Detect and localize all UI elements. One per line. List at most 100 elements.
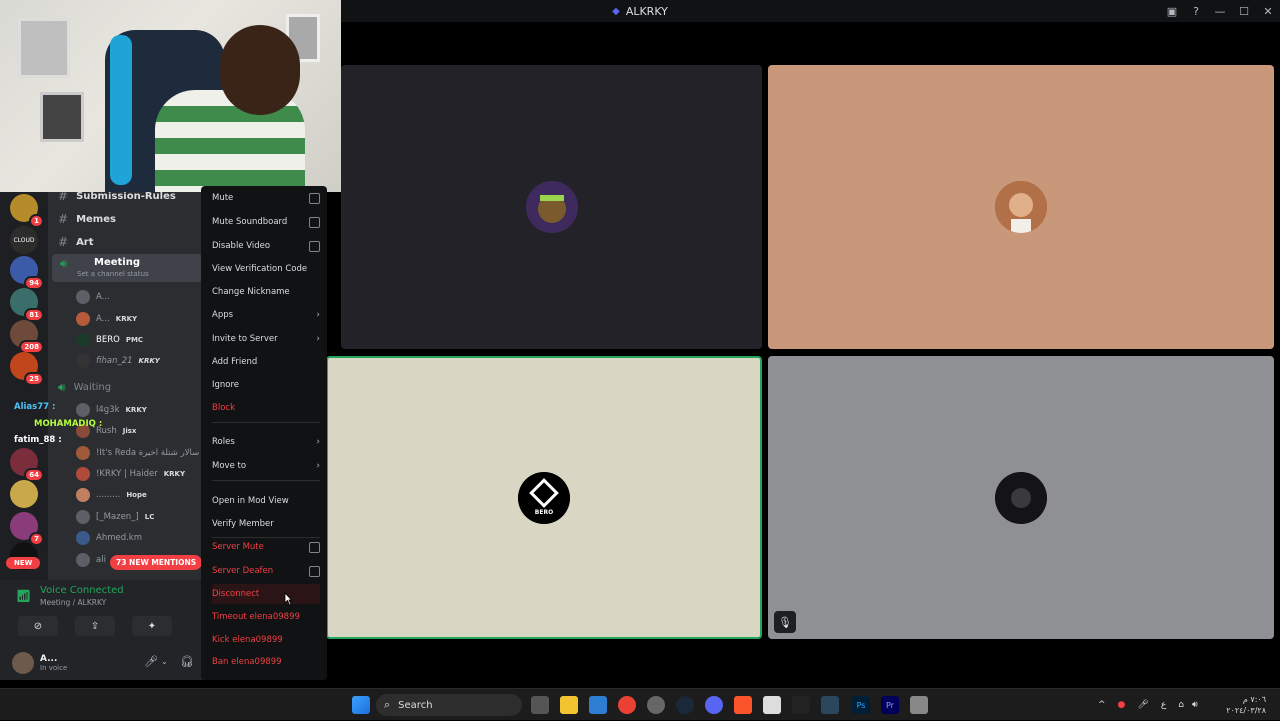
waiting-member[interactable]: !It's Reda سالار شتلة اخيرة <box>76 446 199 460</box>
menu-mute[interactable]: Mute <box>212 188 320 208</box>
discord-icon[interactable] <box>705 696 723 714</box>
channel-status[interactable]: Set a channel status <box>77 270 149 278</box>
chevron-up-icon[interactable]: ^ <box>1098 700 1106 710</box>
server-icon[interactable]: 7 <box>10 512 44 546</box>
checkbox[interactable] <box>309 192 320 204</box>
menu-change-nickname[interactable]: Change Nickname <box>212 282 320 302</box>
photoshop-icon[interactable]: Ps <box>852 696 870 714</box>
menu-mute-soundboard[interactable]: Mute Soundboard <box>212 212 320 232</box>
menu-add-friend[interactable]: Add Friend <box>212 352 320 372</box>
steam-icon[interactable] <box>676 696 694 714</box>
waiting-member[interactable]: l4g3k KRKY <box>76 403 147 417</box>
server-icon[interactable]: 208 <box>10 320 44 354</box>
video-tile-1[interactable] <box>341 65 762 349</box>
waiting-member[interactable]: !KRKY | Haider KRKY <box>76 467 185 481</box>
windows-start-icon[interactable] <box>352 696 370 714</box>
brave-icon[interactable] <box>734 696 752 714</box>
app-icon[interactable] <box>910 696 928 714</box>
server-icon[interactable]: 94 <box>10 256 44 290</box>
headphones-icon[interactable]: 🎧︎ <box>180 655 194 668</box>
menu-roles[interactable]: Roles › <box>212 432 320 452</box>
server-icon[interactable]: CLOUD <box>10 226 38 254</box>
language-icon[interactable]: ع <box>1161 700 1166 710</box>
network-icon[interactable]: ⌂ <box>1178 700 1184 710</box>
activities-button[interactable]: ✦ <box>132 616 172 636</box>
server-icon[interactable]: 64 <box>10 448 44 482</box>
server-icon[interactable] <box>10 480 38 508</box>
store-icon[interactable] <box>589 696 607 714</box>
voice-member[interactable]: A... <box>76 290 110 304</box>
menu-ban[interactable]: Ban elena09899 <box>212 652 320 672</box>
app-tray-icon[interactable]: ● <box>1118 700 1126 710</box>
volume-icon[interactable]: 🔊︎ <box>1192 700 1198 710</box>
chrome-icon[interactable] <box>618 696 636 714</box>
menu-server-deafen[interactable]: Server Deafen <box>212 561 320 581</box>
menu-view-verification-code[interactable]: View Verification Code <box>212 259 320 279</box>
channel-art[interactable]: # Art <box>58 235 94 249</box>
minimize-button[interactable]: — <box>1208 5 1232 18</box>
channel-waiting[interactable]: 🔊︎ Waiting <box>58 380 111 395</box>
menu-ignore[interactable]: Ignore <box>212 375 320 395</box>
checkbox[interactable] <box>309 565 320 577</box>
voice-member[interactable]: BERO PMC <box>76 333 143 347</box>
new-indicator[interactable]: NEW <box>6 557 41 569</box>
muted-mic-icon: 🎙︎ <box>774 611 796 633</box>
voice-panel: 📶︎ Voice Connected Meeting / ALKRKY ⊘ ⇪ … <box>0 580 206 680</box>
checkbox[interactable] <box>309 240 320 252</box>
waiting-member[interactable]: Ahmed.km <box>76 531 142 545</box>
checkbox[interactable] <box>309 541 320 553</box>
menu-invite-to-server[interactable]: Invite to Server › <box>212 329 320 349</box>
menu-timeout[interactable]: Timeout elena09899 <box>212 607 320 627</box>
microphone-icon[interactable]: 🎤︎ <box>1137 700 1148 710</box>
server-icon[interactable]: 1 <box>10 194 44 228</box>
discord-logo-icon: ◆ <box>612 5 620 17</box>
app-icon[interactable] <box>647 696 665 714</box>
menu-disable-video[interactable]: Disable Video <box>212 236 320 256</box>
video-tile-2[interactable] <box>768 65 1274 349</box>
chat-overlay-name: Alias77 : <box>14 402 56 412</box>
menu-apps[interactable]: Apps › <box>212 305 320 325</box>
channel-list: # Submission-Rules # Memes # Art 🔊︎ Meeting… <box>48 192 206 580</box>
menu-disconnect[interactable]: Disconnect <box>212 584 320 604</box>
menu-move-to[interactable]: Move to › <box>212 456 320 476</box>
checkbox[interactable] <box>309 216 320 228</box>
task-view-icon[interactable] <box>531 696 549 714</box>
voice-status[interactable]: Voice Connected <box>40 585 124 596</box>
share-screen-button[interactable]: ⇪ <box>75 616 115 636</box>
close-button[interactable]: ✕ <box>1256 5 1280 18</box>
user-panel[interactable]: A... In voice <box>12 652 67 674</box>
system-clock[interactable]: ٧:٠٦ م ٢٠٢٤/٠٣/٢٨ <box>1226 694 1266 716</box>
menu-block[interactable]: Block <box>212 398 320 418</box>
app-icon[interactable] <box>763 696 781 714</box>
help-icon[interactable]: ? <box>1184 5 1208 18</box>
steam-active-icon[interactable] <box>821 696 839 714</box>
toggle-camera-button[interactable]: ⊘ <box>18 616 58 636</box>
menu-open-in-mod-view[interactable]: Open in Mod View <box>212 491 320 511</box>
premiere-icon[interactable]: Pr <box>881 696 899 714</box>
video-tile-3[interactable]: BERO <box>326 356 762 639</box>
channel-meeting[interactable]: 🔊︎ Meeting Set a channel status <box>52 254 202 282</box>
microphone-icon[interactable]: 🎤︎ <box>144 655 158 668</box>
server-icon[interactable]: 25 <box>10 352 44 386</box>
menu-verify-member[interactable]: Verify Member <box>212 514 320 534</box>
file-explorer-icon[interactable] <box>560 696 578 714</box>
channel-submission-rules[interactable]: # Submission-Rules <box>58 192 176 203</box>
voice-location[interactable]: Meeting / ALKRKY <box>40 598 106 607</box>
new-mentions-pill[interactable]: 73 NEW MENTIONS <box>110 555 203 570</box>
waiting-member[interactable]: ......... Hope <box>76 488 147 502</box>
channel-memes[interactable]: # Memes <box>58 212 116 226</box>
server-icon[interactable]: 81 <box>10 288 44 322</box>
menu-server-mute[interactable]: Server Mute <box>212 537 320 557</box>
voice-member[interactable]: A... KRKY <box>76 312 137 326</box>
maximize-button[interactable]: ☐ <box>1232 5 1256 18</box>
chevron-down-icon[interactable]: ⌄ <box>161 657 168 666</box>
menu-kick[interactable]: Kick elena09899 <box>212 630 320 650</box>
taskbar-search[interactable]: ⌕ Search <box>376 694 522 716</box>
app-icon[interactable] <box>792 696 810 714</box>
waiting-member[interactable]: ali <box>76 553 106 567</box>
chat-overlay-name: fatim_88 : <box>14 435 62 445</box>
screen-share-icon[interactable]: ▣ <box>1160 5 1184 18</box>
waiting-member[interactable]: [_Mazen_] LC <box>76 510 154 524</box>
voice-member[interactable]: fihan_21 KRKY <box>76 354 160 368</box>
video-tile-4[interactable] <box>768 356 1274 639</box>
